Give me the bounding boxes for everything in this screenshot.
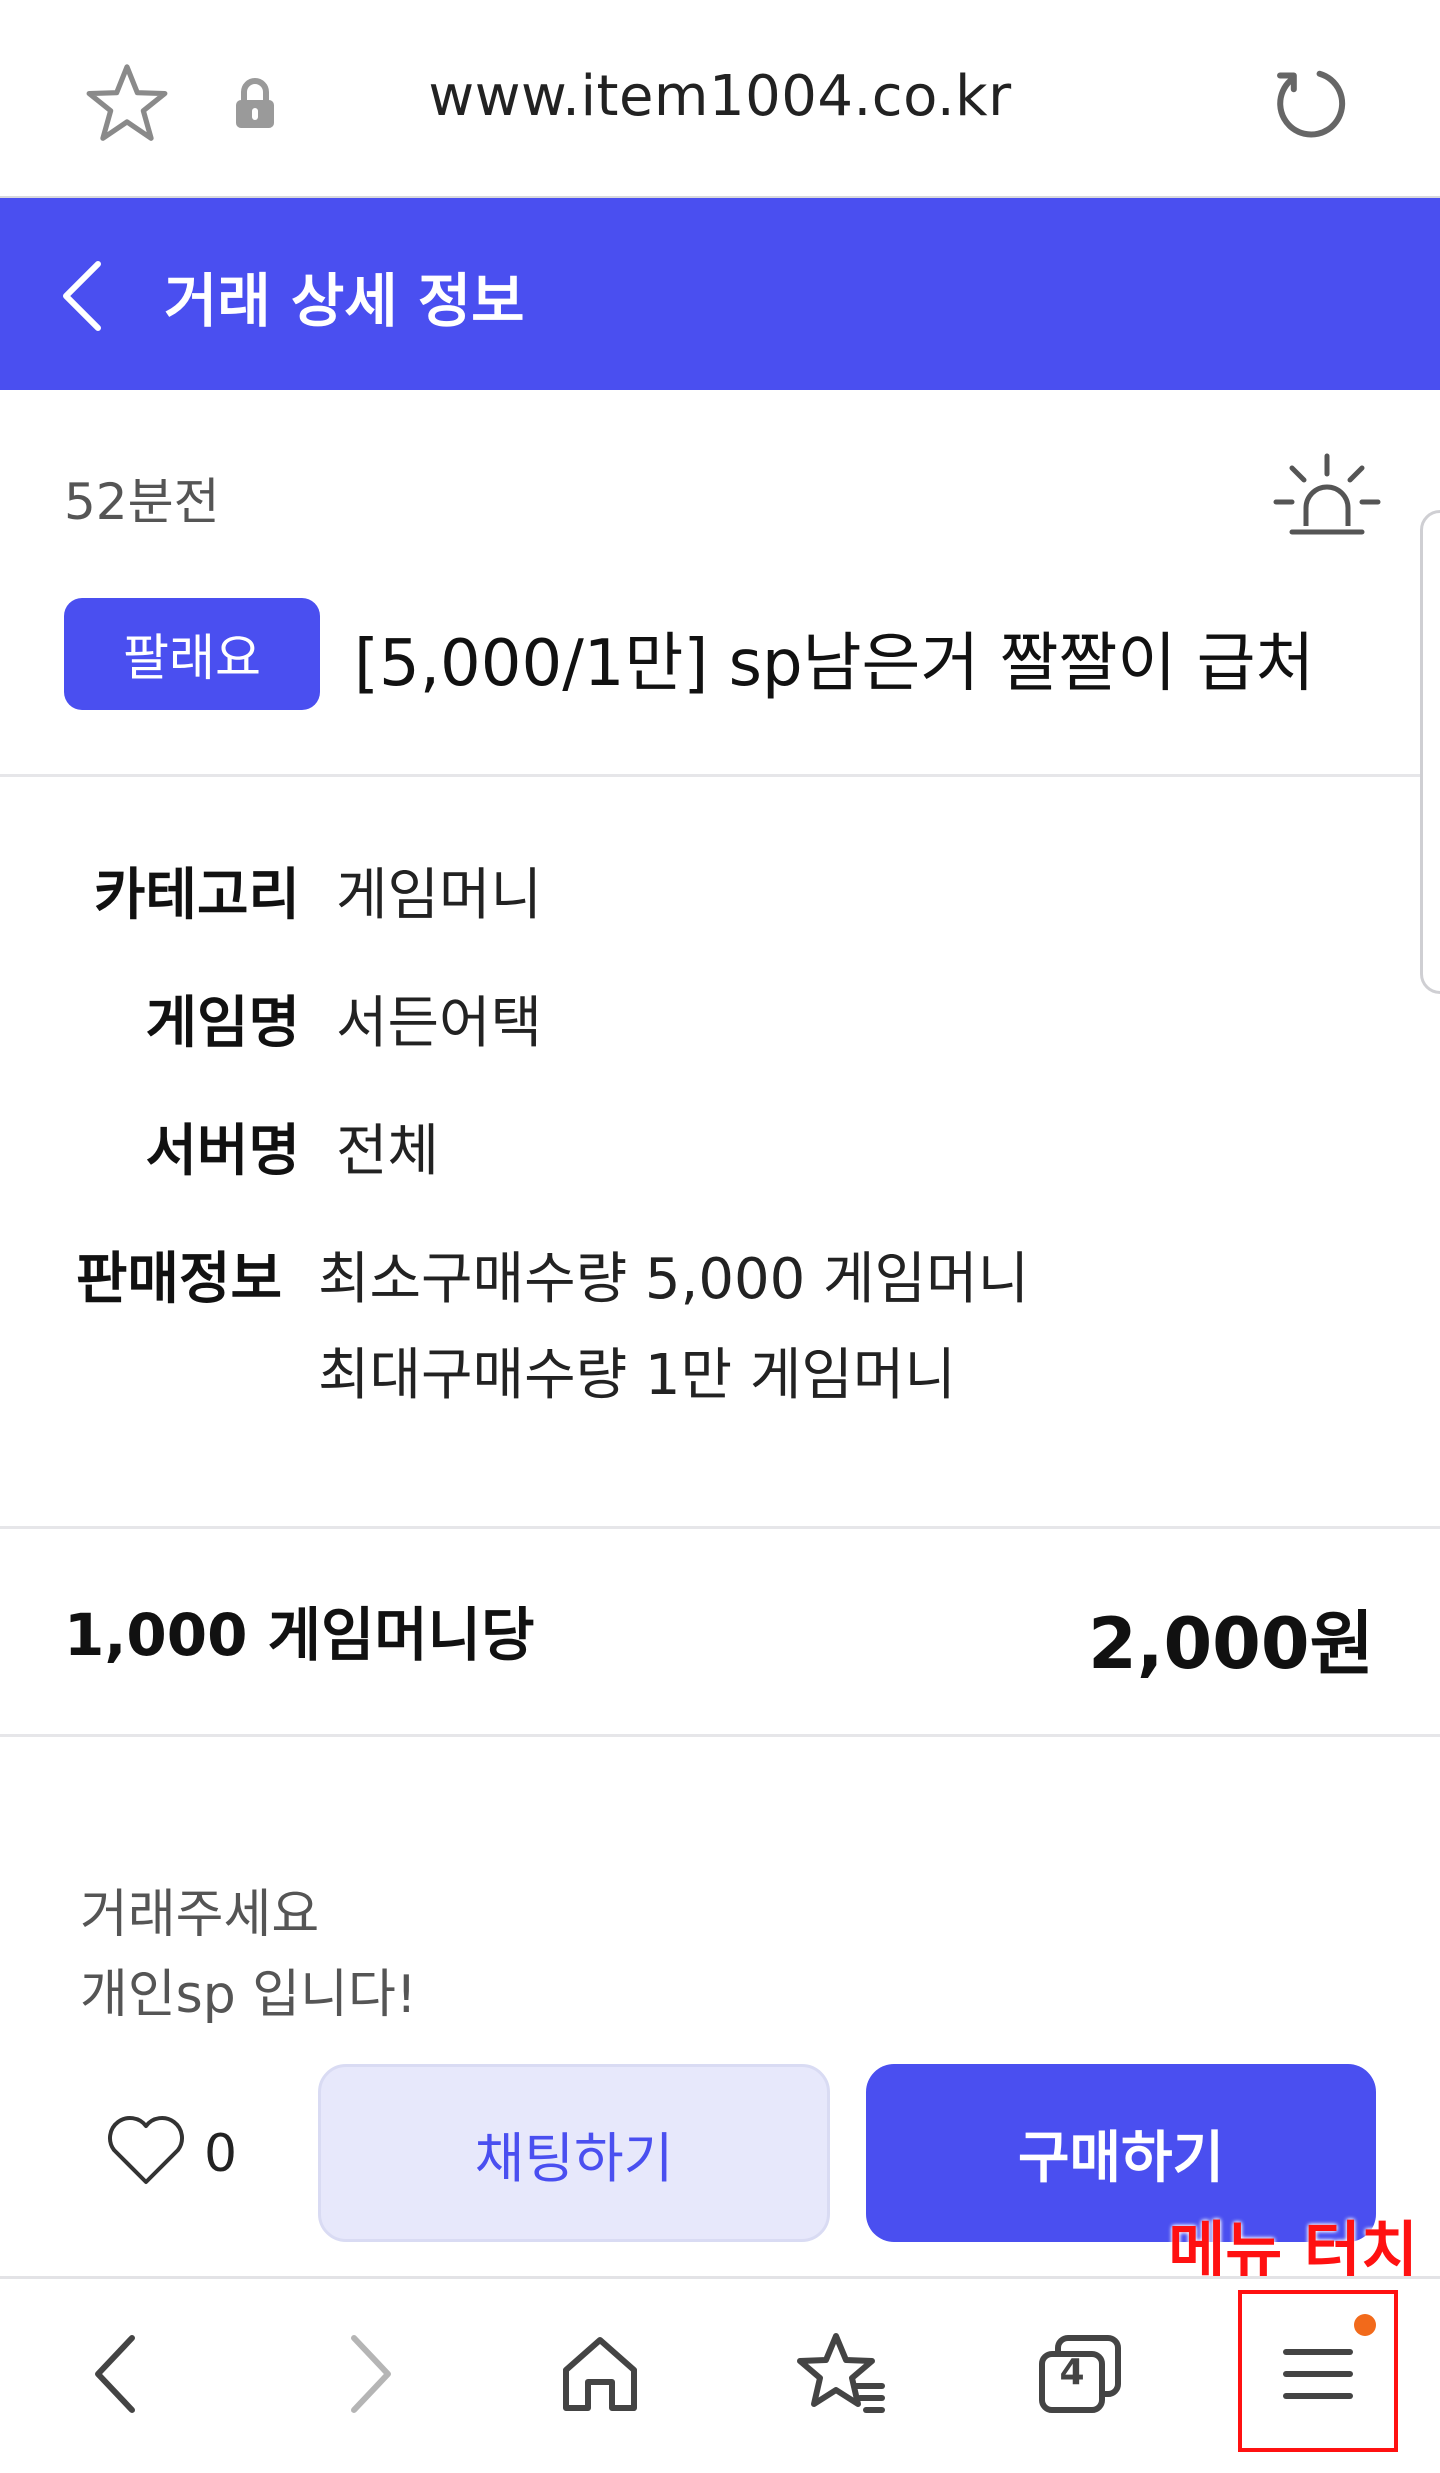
forward-icon[interactable] (318, 2324, 418, 2424)
server-value: 전체 (336, 1119, 440, 1184)
category-value: 게임머니 (336, 863, 543, 928)
tab-count: 4 (1059, 2352, 1085, 2393)
sale-info-min: 최소구매수량 5,000 게임머니 (318, 1247, 1030, 1312)
divider (0, 1526, 1440, 1529)
back-icon[interactable] (68, 2324, 168, 2424)
divider (0, 774, 1440, 777)
post-title: [5,000/1만] sp남은거 짤짤이 급처 (354, 627, 1315, 701)
description-line: 거래주세요 (80, 1885, 320, 1945)
url-text[interactable]: www.item1004.co.kr (0, 64, 1440, 129)
game-value: 서든어택 (336, 991, 543, 1056)
reload-icon[interactable] (1268, 60, 1354, 146)
chevron-left-icon[interactable] (52, 258, 112, 334)
page-title: 거래 상세 정보 (164, 267, 525, 335)
bookmarks-icon[interactable] (790, 2324, 890, 2424)
game-label: 게임명 (145, 991, 300, 1056)
server-label: 서버명 (145, 1119, 300, 1184)
post-time: 52분전 (64, 473, 220, 531)
siren-icon[interactable] (1272, 452, 1382, 542)
annotation-highlight-box (1238, 2290, 1398, 2452)
sale-info-label: 판매정보 (75, 1247, 282, 1312)
edge-panel-handle[interactable] (1420, 510, 1440, 994)
sale-info-max: 최대구매수량 1만 게임머니 (318, 1343, 956, 1408)
divider (0, 1734, 1440, 1737)
description-line: 개인sp 입니다! (80, 1965, 417, 2025)
browser-bottom-bar (0, 2276, 1440, 2473)
home-icon[interactable] (550, 2324, 650, 2424)
price-value: 2,000원 (1088, 1603, 1374, 1685)
price-unit: 1,000 게임머니당 (64, 1601, 535, 1669)
heart-icon[interactable] (104, 2112, 188, 2188)
category-label: 카테고리 (93, 863, 300, 928)
like-count: 0 (204, 2124, 238, 2184)
chat-button[interactable]: 채팅하기 (318, 2064, 830, 2242)
sale-type-badge: 팔래요 (64, 598, 320, 710)
